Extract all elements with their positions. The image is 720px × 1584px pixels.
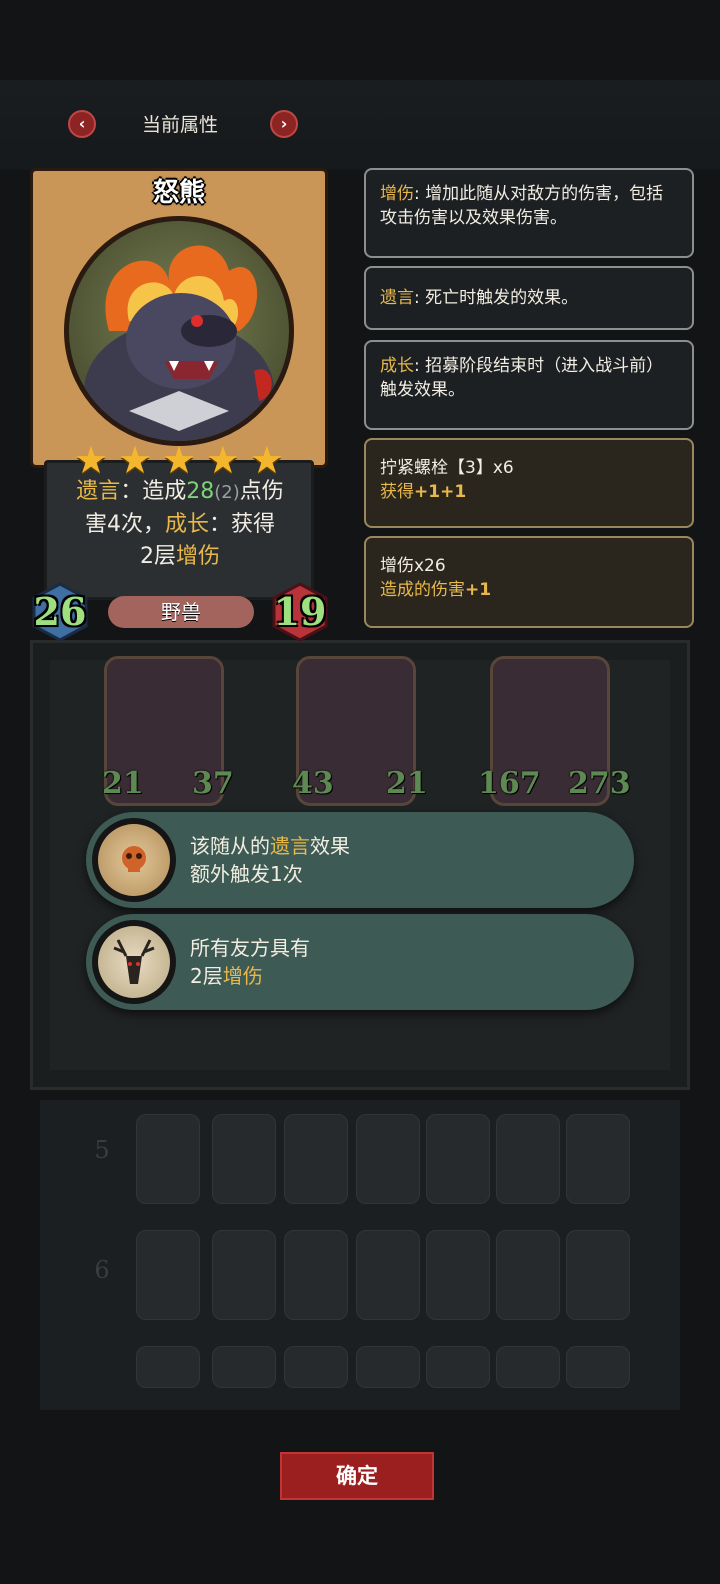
popup-text-line: 所有友方具有 — [190, 936, 310, 960]
minion-health: 273 — [568, 766, 631, 801]
popup-text: 所有友方具有 2层增伤 — [190, 934, 310, 990]
damage-value: 28 — [186, 479, 215, 504]
popup-keyword: 增伤 — [222, 964, 263, 988]
buff-value: +1 — [465, 580, 492, 600]
deer-skull-icon — [98, 926, 170, 998]
buff-box: 拧紧螺栓【3】x6 获得+1+1 — [364, 438, 694, 528]
roster-slot — [496, 1230, 560, 1320]
roster-row-number: 5 — [94, 1136, 110, 1164]
attack-value: 26 — [33, 589, 87, 634]
info-keyword: 成长 — [380, 356, 414, 376]
popup-text-part: 2层 — [190, 964, 223, 988]
tribe-badge: 野兽 — [108, 596, 254, 628]
info-keyword: 增伤 — [380, 184, 414, 204]
star-rating: ★ ★ ★ ★ ★ — [74, 440, 284, 480]
minion-attack: 21 — [102, 766, 144, 801]
popup-icon-frame — [92, 920, 176, 1004]
desc-text: ：造成 — [120, 479, 187, 504]
prev-button[interactable]: ‹ — [68, 110, 96, 138]
roster-slot — [566, 1346, 630, 1388]
minion-attack: 43 — [292, 766, 334, 801]
roster-slot — [212, 1346, 276, 1388]
confirm-button[interactable]: 确定 — [280, 1452, 434, 1500]
page-title: 当前属性 — [141, 114, 218, 136]
popup-keyword: 遗言 — [270, 834, 310, 858]
next-button[interactable]: › — [270, 110, 298, 138]
desc-text: 2层 — [139, 544, 176, 569]
roster-slot — [136, 1114, 200, 1204]
popup-icon-frame — [92, 818, 176, 902]
card-description: 遗言：造成28(2)点伤 害4次，成长：获得 2层增伤 — [50, 476, 310, 573]
keyword-info-deathrattle: 遗言: 死亡时触发的效果。 — [364, 266, 694, 330]
buff-title: 拧紧螺栓【3】x6 — [380, 458, 514, 478]
bear-art-icon — [84, 245, 274, 441]
popup-text: 该随从的遗言效果 额外触发1次 — [190, 832, 350, 888]
roster-slot — [566, 1114, 630, 1204]
roster-slot — [426, 1346, 490, 1388]
popup-text-part: 该随从的 — [190, 834, 270, 858]
minion-card: 怒熊 ★ ★ ★ ★ ★ 遗言：造成28(2)点伤 害4次，成长：获得 2层增伤… — [30, 168, 328, 642]
desc-text: 点伤 — [239, 479, 284, 504]
buff-sub: 获得 — [380, 482, 414, 502]
roster-slot — [426, 1114, 490, 1204]
info-text: : 增加此随从对敌方的伤害，包括攻击伤害以及效果伤害。 — [380, 184, 664, 228]
buff-box: 增伤x26 造成的伤害+1 — [364, 536, 694, 628]
roster-slot — [136, 1346, 200, 1388]
attack-badge: 26 — [28, 580, 92, 644]
card-name: 怒熊 — [152, 178, 205, 208]
effect-popup: 所有友方具有 2层增伤 — [86, 914, 634, 1010]
keyword-deathrattle: 遗言 — [76, 479, 121, 504]
roster-slot — [284, 1230, 348, 1320]
popup-text-part: 效果 — [310, 834, 350, 858]
star-icon: ★ — [117, 438, 153, 482]
info-keyword: 遗言 — [380, 288, 414, 308]
roster-slot — [356, 1114, 420, 1204]
buff-sub: 造成的伤害 — [380, 580, 465, 600]
chevron-right-icon: › — [280, 114, 288, 133]
info-text: : 死亡时触发的效果。 — [414, 288, 579, 308]
minion-health: 21 — [386, 766, 428, 801]
roster-slot — [426, 1230, 490, 1320]
keyword-growth: 成长 — [164, 512, 209, 537]
minion-attack: 167 — [478, 766, 541, 801]
star-icon: ★ — [161, 438, 197, 482]
roster-slot — [356, 1346, 420, 1388]
star-icon: ★ — [249, 438, 284, 482]
desc-text: 害4次， — [84, 512, 165, 537]
health-value: 19 — [273, 589, 327, 634]
roster-slot — [356, 1230, 420, 1320]
effect-popup: 该随从的遗言效果 额外触发1次 — [86, 812, 634, 908]
popup-text-line: 额外触发1次 — [190, 862, 303, 886]
roster-slot — [212, 1230, 276, 1320]
roster-slot — [136, 1230, 200, 1320]
buff-title: 增伤x26 — [380, 556, 446, 576]
bear-portrait — [64, 216, 294, 446]
roster-slot — [212, 1114, 276, 1204]
keyword-info-damage-boost: 增伤: 增加此随从对敌方的伤害，包括攻击伤害以及效果伤害。 — [364, 168, 694, 258]
keyword-info-growth: 成长: 招募阶段结束时（进入战斗前）触发效果。 — [364, 340, 694, 430]
top-bar-background — [0, 80, 720, 170]
roster-slot — [284, 1114, 348, 1204]
roster-slot — [566, 1230, 630, 1320]
skull-scroll-icon — [98, 824, 170, 896]
chevron-left-icon: ‹ — [78, 114, 86, 133]
roster-slot — [496, 1346, 560, 1388]
minion-health: 37 — [192, 766, 234, 801]
star-icon: ★ — [74, 438, 109, 482]
health-badge: 19 — [268, 580, 332, 644]
base-damage-value: (2) — [214, 482, 240, 503]
buff-value: +1+1 — [414, 482, 467, 502]
roster-slot — [284, 1346, 348, 1388]
roster-row-number: 6 — [94, 1256, 110, 1284]
roster-slot — [496, 1114, 560, 1204]
star-icon: ★ — [205, 438, 240, 482]
desc-text: ：获得 — [209, 512, 276, 537]
keyword-damage-boost: 增伤 — [175, 544, 220, 569]
info-text: : 招募阶段结束时（进入战斗前）触发效果。 — [380, 356, 664, 400]
